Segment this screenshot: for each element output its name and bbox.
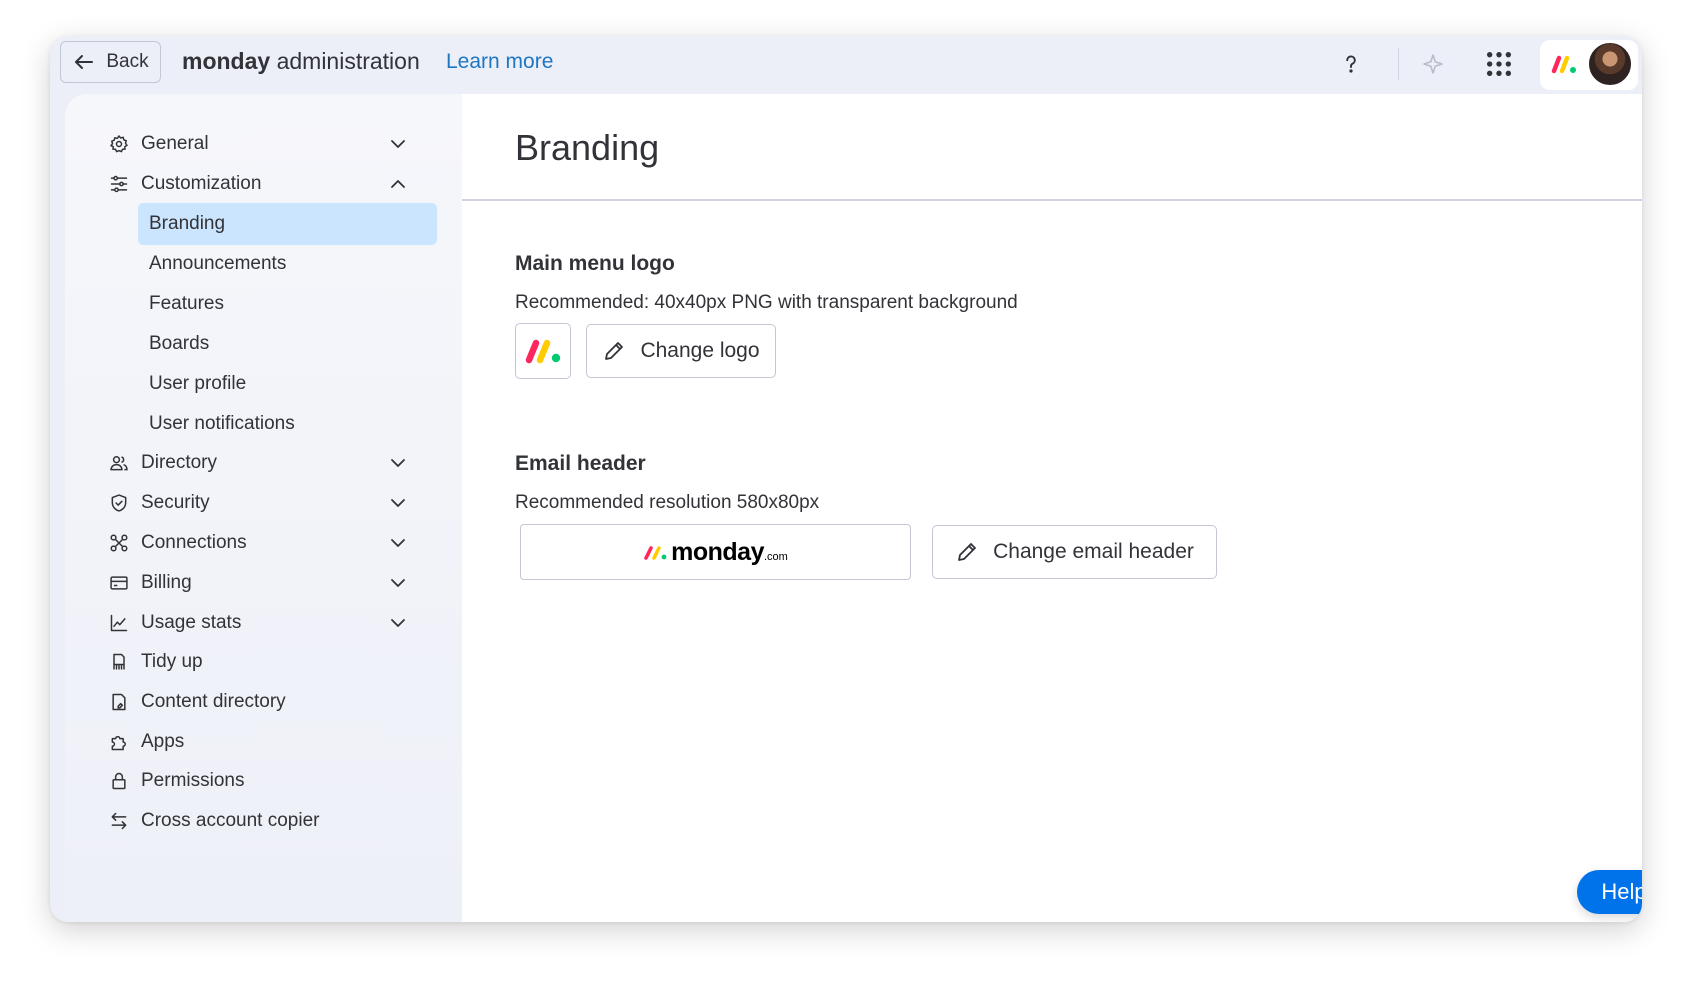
chevron-down-icon (391, 459, 405, 467)
change-logo-label: Change logo (640, 339, 760, 362)
chevron-down-icon (391, 579, 405, 587)
sidebar-item-billing[interactable]: Billing (108, 562, 408, 604)
help-question-icon[interactable] (1333, 46, 1369, 82)
arrow-left-icon (75, 55, 94, 69)
sidebar-item-apps[interactable]: Apps (108, 721, 408, 763)
app-title-rest: administration (270, 48, 420, 74)
email-section-description: Recommended resolution 580x80px (515, 492, 820, 513)
sidebar-item-label: Directory (141, 452, 218, 473)
sidebar-item-label: Permissions (141, 770, 245, 791)
app-window: Back monday administration Learn more Ge… (50, 36, 1642, 922)
learn-more-link[interactable]: Learn more (446, 50, 553, 74)
apps-grid-icon[interactable] (1481, 46, 1517, 82)
sidebar-item-customization[interactable]: Customization (108, 163, 408, 205)
back-button-label: Back (106, 51, 149, 72)
connections-icon (108, 532, 130, 554)
chevron-down-icon (391, 499, 405, 507)
lock-icon (108, 770, 130, 792)
sidebar-item-permissions[interactable]: Permissions (108, 760, 408, 802)
sidebar-subitem-user-profile[interactable]: User profile (138, 363, 437, 405)
sidebar-subitem-features[interactable]: Features (138, 283, 437, 325)
back-button[interactable]: Back (60, 41, 161, 83)
email-header-suffix: .com (764, 551, 788, 563)
chart-line-icon (108, 612, 130, 634)
sidebar-item-tidy-up[interactable]: Tidy up (108, 641, 408, 683)
sidebar-item-usage-stats[interactable]: Usage stats (108, 602, 408, 644)
users-icon (108, 452, 130, 474)
monday-logo-icon (1551, 55, 1576, 74)
sidebar: General Customization Branding Announcem… (65, 94, 462, 922)
sparkle-icon[interactable] (1415, 46, 1451, 82)
pencil-icon (605, 342, 624, 360)
sidebar-item-general[interactable]: General (108, 123, 408, 165)
sidebar-item-label: Content directory (141, 691, 286, 712)
top-bar: Back monday administration Learn more (50, 36, 1642, 94)
change-email-header-label: Change email header (993, 540, 1194, 563)
app-title-brand: monday (182, 48, 271, 74)
top-divider (1398, 48, 1399, 80)
chevron-down-icon (391, 140, 405, 148)
sidebar-item-label: Cross account copier (141, 810, 320, 831)
sidebar-item-connections[interactable]: Connections (108, 522, 408, 564)
monday-logo-icon (525, 339, 561, 364)
gear-icon (108, 133, 130, 155)
logo-section-title: Main menu logo (515, 252, 675, 275)
page-title: Branding (515, 127, 660, 168)
sidebar-item-label: Connections (141, 532, 247, 553)
user-avatar[interactable] (1587, 41, 1633, 87)
email-header-preview: monday .com (520, 524, 911, 580)
sidebar-subitem-boards[interactable]: Boards (138, 323, 437, 365)
sidebar-item-label: General (141, 133, 209, 154)
sidebar-item-label: Tidy up (141, 651, 203, 672)
email-header-wordmark: monday (671, 537, 764, 566)
sidebar-subitem-user-notifications[interactable]: User notifications (138, 403, 437, 445)
broom-icon (108, 651, 130, 673)
current-logo-preview (515, 323, 571, 379)
sidebar-item-security[interactable]: Security (108, 482, 408, 524)
sidebar-item-label: Usage stats (141, 612, 242, 633)
chevron-down-icon (391, 539, 405, 547)
title-divider (462, 199, 1642, 201)
sidebar-subitem-announcements[interactable]: Announcements (138, 243, 437, 285)
puzzle-icon (108, 731, 130, 753)
chevron-down-icon (391, 619, 405, 627)
shield-icon (108, 492, 130, 514)
document-icon (108, 691, 130, 713)
change-email-header-button[interactable]: Change email header (932, 525, 1217, 579)
sidebar-subitem-branding[interactable]: Branding (138, 203, 437, 245)
sidebar-item-directory[interactable]: Directory (108, 442, 408, 484)
sidebar-item-label: Customization (141, 173, 262, 194)
arrows-swap-icon (108, 810, 130, 832)
change-logo-button[interactable]: Change logo (586, 324, 776, 378)
logo-section-description: Recommended: 40x40px PNG with transparen… (515, 292, 1018, 313)
email-section-title: Email header (515, 452, 646, 475)
main-content: Branding Main menu logo Recommended: 40x… (462, 94, 1642, 922)
chevron-up-icon (391, 180, 405, 188)
help-button[interactable]: Help (1577, 870, 1642, 914)
monday-logo-icon (644, 546, 667, 560)
sidebar-item-label: Security (141, 492, 210, 513)
pencil-icon (958, 543, 976, 561)
app-title: monday administration (182, 48, 420, 75)
sidebar-item-label: Billing (141, 572, 192, 593)
sliders-icon (108, 173, 130, 195)
credit-card-icon (108, 572, 130, 594)
sidebar-item-content-directory[interactable]: Content directory (108, 681, 408, 723)
sidebar-item-label: Apps (141, 731, 185, 752)
sidebar-item-cross-account-copier[interactable]: Cross account copier (108, 800, 408, 842)
